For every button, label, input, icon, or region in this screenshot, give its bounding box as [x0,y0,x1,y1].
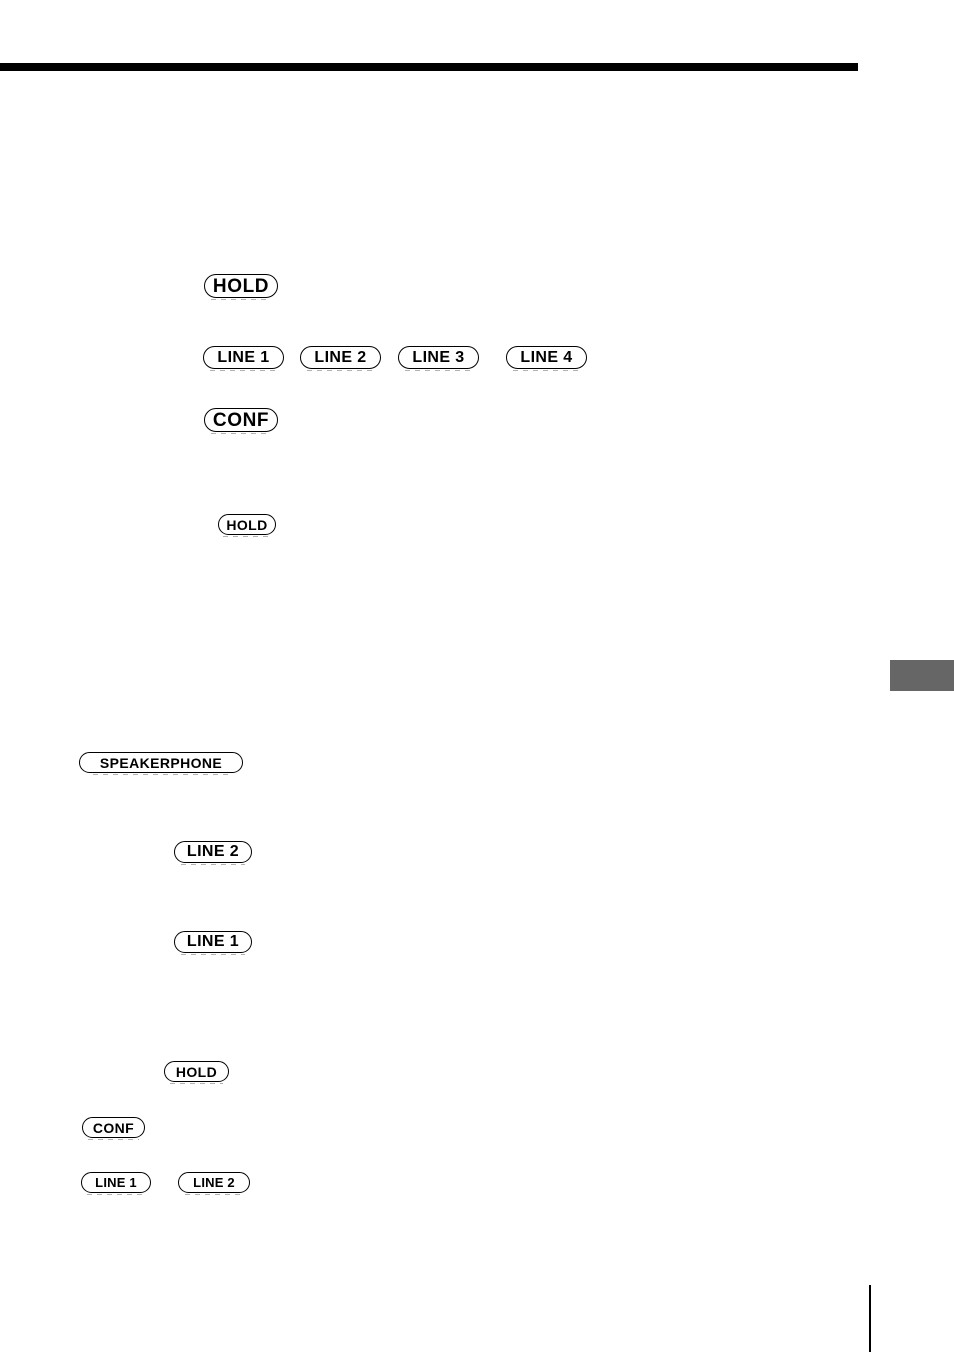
key-legend-line-3: LINE 3 [398,346,479,371]
key-legend-speakerphone: SPEAKERPHONE [79,752,243,775]
key-legend-conf: CONF [204,408,278,434]
key-legend-line-2: LINE 2 [178,1172,250,1195]
page-edge-rule [869,1285,871,1352]
top-heading-rule [0,63,858,71]
key-legend-line-4: LINE 4 [506,346,587,371]
key-legend-conf: CONF [82,1117,145,1140]
document-page: HOLD LINE 1 LINE 2 LINE 3 LINE 4 CONF HOLD SPEA… [0,0,954,1352]
key-legend-hold: HOLD [204,274,278,300]
section-thumb-tab [890,660,954,691]
key-legend-line-1: LINE 1 [203,346,284,371]
key-legend-line-2: LINE 2 [300,346,381,371]
key-legend-line-1: LINE 1 [174,931,252,955]
key-legend-line-2: LINE 2 [174,841,252,865]
key-legend-line-1: LINE 1 [81,1172,151,1195]
key-legend-hold: HOLD [218,514,276,537]
key-legend-hold: HOLD [164,1061,229,1084]
